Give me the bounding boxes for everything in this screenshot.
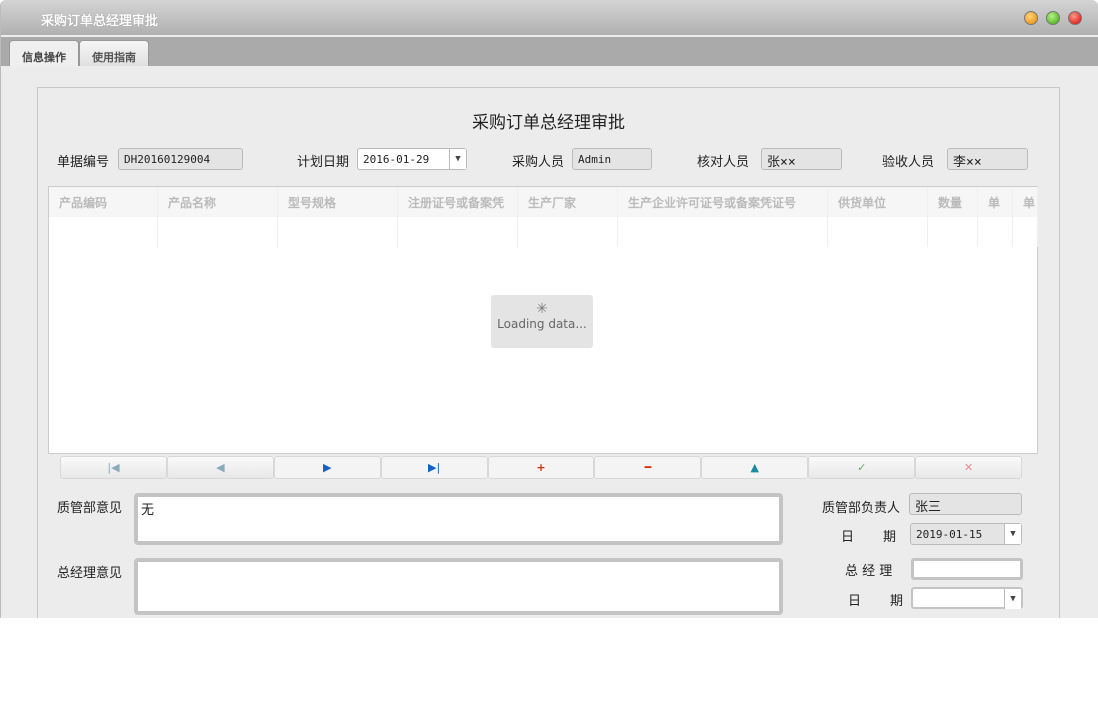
plan-date-value: 2016-01-29 xyxy=(363,153,429,166)
gm-date-select[interactable]: ▼ xyxy=(911,587,1023,609)
x-icon: ✕ xyxy=(964,461,973,474)
gm-opinion-label: 总经理意见 xyxy=(57,562,122,581)
gm-date-label: 日 期 xyxy=(848,590,911,609)
app-window: 采购订单总经理审批 信息操作 使用指南 采购订单总经理审批 单据编号 DH201… xyxy=(0,0,1098,618)
loading-text: Loading data... xyxy=(491,317,593,331)
product-grid: 产品编码 产品名称 型号规格 注册证号或备案凭 生产厂家 生产企业许可证号或备案… xyxy=(48,186,1038,454)
qa-opinion-textarea[interactable]: 无 xyxy=(134,493,783,545)
checker-label: 核对人员 xyxy=(697,151,749,170)
chevron-down-icon[interactable]: ▼ xyxy=(1004,524,1021,544)
inspector-label: 验收人员 xyxy=(882,151,934,170)
tab-info-operation[interactable]: 信息操作 xyxy=(9,40,79,66)
gm-field[interactable] xyxy=(911,558,1023,580)
spinner-icon: ✳ xyxy=(491,301,593,317)
tab-user-guide[interactable]: 使用指南 xyxy=(79,40,149,66)
qa-head-field[interactable]: 张三 xyxy=(909,493,1022,515)
add-row-button[interactable]: + xyxy=(488,456,595,479)
column-header[interactable]: 单 xyxy=(1013,187,1038,247)
gm-label: 总 经 理 xyxy=(845,560,892,579)
gm-opinion-textarea[interactable] xyxy=(134,558,783,615)
up-icon: ▲ xyxy=(751,461,759,474)
buyer-label: 采购人员 xyxy=(512,151,564,170)
qa-head-label: 质管部负责人 xyxy=(822,497,900,516)
plan-date-select[interactable]: 2016-01-29 ▼ xyxy=(357,148,467,170)
minus-icon: ━ xyxy=(645,461,652,474)
next-icon: ▶ xyxy=(323,461,331,474)
reject-button[interactable]: ✕ xyxy=(915,456,1022,479)
chevron-down-icon[interactable]: ▼ xyxy=(1004,589,1021,609)
close-icon[interactable] xyxy=(1068,11,1082,25)
qa-date-value: 2019-01-15 xyxy=(916,528,982,541)
accept-button[interactable]: ✓ xyxy=(808,456,915,479)
plan-date-label: 计划日期 xyxy=(297,151,349,170)
page-title: 采购订单总经理审批 xyxy=(38,108,1059,133)
checker-field[interactable]: 张×× xyxy=(761,148,842,170)
first-icon: |◀ xyxy=(107,461,119,474)
buyer-field[interactable]: Admin xyxy=(572,148,652,170)
column-header[interactable]: 型号规格 xyxy=(278,187,398,247)
column-header[interactable]: 生产企业许可证号或备案凭证号 xyxy=(618,187,828,247)
column-header[interactable]: 供货单位 xyxy=(828,187,928,247)
chevron-down-icon[interactable]: ▼ xyxy=(449,149,466,169)
prev-page-button[interactable]: ◀ xyxy=(167,456,274,479)
plus-icon: + xyxy=(536,461,545,474)
minimize-icon[interactable] xyxy=(1024,11,1038,25)
remove-row-button[interactable]: ━ xyxy=(594,456,701,479)
check-icon: ✓ xyxy=(857,461,866,474)
column-header[interactable]: 生产厂家 xyxy=(518,187,618,247)
form-panel: 采购订单总经理审批 单据编号 DH20160129004 计划日期 2016-0… xyxy=(37,87,1060,618)
column-header[interactable]: 单 xyxy=(978,187,1013,247)
column-header[interactable]: 产品名称 xyxy=(158,187,278,247)
inspector-field[interactable]: 李×× xyxy=(947,148,1028,170)
first-page-button[interactable]: |◀ xyxy=(60,456,167,479)
column-header[interactable]: 注册证号或备案凭 xyxy=(398,187,518,247)
last-page-button[interactable]: ▶| xyxy=(381,456,488,479)
qa-date-label: 日 期 xyxy=(841,526,904,545)
grid-toolbar: |◀ ◀ ▶ ▶| + ━ ▲ ✓ ✕ xyxy=(60,456,1022,479)
tab-bar: 信息操作 使用指南 xyxy=(1,37,1098,66)
loading-indicator: ✳ Loading data... xyxy=(491,295,593,348)
prev-icon: ◀ xyxy=(216,461,224,474)
qa-date-select[interactable]: 2019-01-15 ▼ xyxy=(910,523,1022,545)
window-title: 采购订单总经理审批 xyxy=(41,10,158,29)
last-icon: ▶| xyxy=(428,461,440,474)
column-header[interactable]: 产品编码 xyxy=(49,187,158,247)
next-page-button[interactable]: ▶ xyxy=(274,456,381,479)
maximize-icon[interactable] xyxy=(1046,11,1060,25)
edit-row-button[interactable]: ▲ xyxy=(701,456,808,479)
doc-no-label: 单据编号 xyxy=(57,151,109,170)
qa-opinion-label: 质管部意见 xyxy=(57,497,122,516)
column-header[interactable]: 数量 xyxy=(928,187,978,247)
doc-no-field[interactable]: DH20160129004 xyxy=(118,148,243,170)
title-bar: 采购订单总经理审批 xyxy=(1,0,1098,36)
